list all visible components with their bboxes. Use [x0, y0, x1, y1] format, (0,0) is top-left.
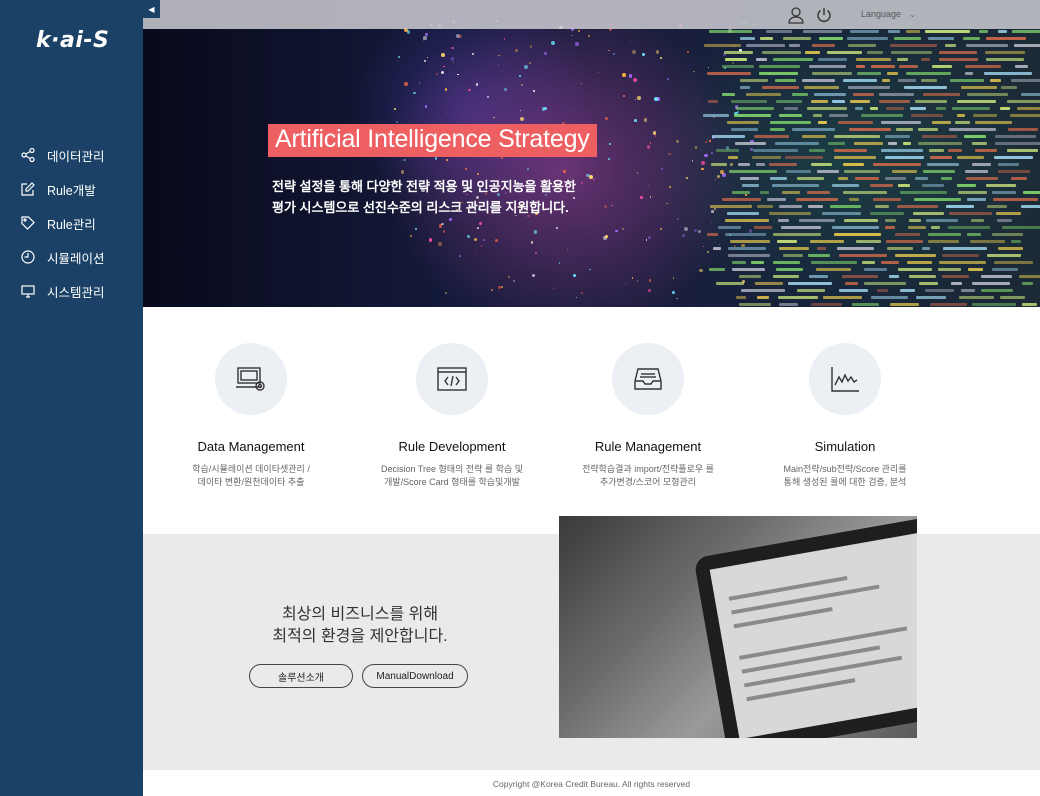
- computer-gear-icon: [236, 367, 265, 391]
- sidebar-item-rule-mgmt[interactable]: Rule관리: [0, 206, 143, 240]
- tablet-photo: [559, 516, 917, 738]
- language-select[interactable]: Language ⌄: [861, 9, 916, 19]
- sidebar-item-label: 시스템관리: [47, 285, 105, 300]
- feature-data-management[interactable]: Data Management 학습/시뮬레이션 데이타셋관리 / 데이타 변환…: [166, 343, 336, 489]
- feature-title: Rule Management: [594, 439, 702, 454]
- tablet-image: [693, 516, 917, 738]
- sidebar-item-system[interactable]: 시스템관리: [0, 274, 143, 308]
- sidebar-item-label: 시뮬레이션: [47, 251, 105, 266]
- tablet-screen: [709, 532, 917, 738]
- top-bar: Language ⌄: [143, 0, 1040, 29]
- caret-left-icon: ◀: [148, 4, 155, 14]
- feature-description-line: Decision Tree 형태의 전략 를 학습 및: [380, 464, 524, 474]
- line-chart-icon: [831, 367, 859, 392]
- share-icon: [21, 147, 35, 163]
- hero-description: 전략 설정을 통해 다양한 전략 적용 및 인공지능을 활용한 평가 시스템으로…: [272, 176, 576, 218]
- logo-text: k·ai-S: [36, 28, 110, 53]
- inbox-icon: [634, 368, 662, 390]
- cta-slogan-line: 최상의 비즈니스를 위해: [281, 606, 439, 623]
- hero-description-line: 평가 시스템으로 선진수준의 리스크 관리를 지원합니다.: [272, 200, 569, 215]
- feature-description-line: 개발/Score Card 형태를 학습및개발: [384, 477, 520, 487]
- tag-icon: [21, 216, 35, 230]
- feature-description: Main전략/sub전략/Score 관리를 통해 생성된 룰에 대한 검증, …: [760, 463, 930, 489]
- edit-icon: [21, 182, 35, 196]
- hero-title: Artificial Intelligence Strategy: [268, 124, 597, 157]
- sidebar-nav: 데이터관리 Rule개발 Rule관리 시뮬레이션 시스템관리: [0, 138, 143, 308]
- feature-simulation[interactable]: Simulation Main전략/sub전략/Score 관리를 통해 생성된…: [760, 343, 930, 489]
- power-icon[interactable]: [815, 6, 833, 24]
- logo[interactable]: k·ai-S: [36, 28, 109, 53]
- chevron-down-icon: ⌄: [909, 9, 916, 19]
- clock-icon: [21, 250, 35, 264]
- feature-description-line: 추가변경/스코어 모형관리: [599, 477, 697, 487]
- footer: Copyright @Korea Credit Bureau. All righ…: [143, 770, 1040, 796]
- sidebar-item-label: Rule개발: [47, 183, 96, 198]
- hero-description-line: 전략 설정을 통해 다양한 전략 적용 및 인공지능을 활용한: [272, 179, 576, 194]
- feature-description: Decision Tree 형태의 전략 를 학습 및 개발/Score Car…: [367, 463, 537, 489]
- sidebar-item-simulation[interactable]: 시뮬레이션: [0, 240, 143, 274]
- feature-description-line: 학습/시뮬레이션 데이타셋관리 /: [192, 464, 310, 474]
- sidebar-item-data[interactable]: 데이터관리: [0, 138, 143, 172]
- feature-icon-circle: [612, 343, 684, 415]
- language-label: Language: [861, 9, 902, 19]
- sidebar-collapse-button[interactable]: ◀: [143, 0, 160, 18]
- feature-description: 전략학습결과 import/전략플로우 를 추가변경/스코어 모형관리: [563, 463, 733, 489]
- solution-intro-button[interactable]: 솔루션소개: [249, 664, 353, 688]
- feature-icon-circle: [215, 343, 287, 415]
- feature-rule-development[interactable]: Rule Development Decision Tree 형태의 전략 를 …: [367, 343, 537, 489]
- feature-icon-circle: [809, 343, 881, 415]
- feature-description-line: 통해 생성된 룰에 대한 검증, 분석: [783, 477, 907, 487]
- feature-title: Simulation: [814, 439, 876, 454]
- cta-slogan: 최상의 비즈니스를 위해 최적의 환경을 제안합니다.: [250, 604, 470, 648]
- feature-icon-circle: [416, 343, 488, 415]
- sidebar-item-label: 데이터관리: [47, 149, 105, 164]
- monitor-icon: [21, 285, 35, 298]
- sidebar: k·ai-S 데이터관리 Rule개발 Rule관리 시뮬레이션 시스템관리: [0, 0, 143, 796]
- feature-title: Data Management: [197, 439, 305, 454]
- feature-description: 학습/시뮬레이션 데이타셋관리 / 데이타 변환/원천데이타 추출: [166, 463, 336, 489]
- feature-description-line: 데이타 변환/원천데이타 추출: [197, 477, 305, 487]
- user-icon[interactable]: [787, 6, 805, 24]
- feature-description-line: Main전략/sub전략/Score 관리를: [783, 464, 907, 474]
- feature-rule-management[interactable]: Rule Management 전략학습결과 import/전략플로우 를 추가…: [563, 343, 733, 489]
- sidebar-item-rule-dev[interactable]: Rule개발: [0, 172, 143, 206]
- feature-title: Rule Development: [398, 439, 506, 454]
- feature-description-line: 전략학습결과 import/전략플로우 를: [582, 464, 714, 474]
- sidebar-item-label: Rule관리: [47, 217, 96, 232]
- copyright-text: Copyright @Korea Credit Bureau. All righ…: [492, 779, 691, 789]
- cta-slogan-line: 최적의 환경을 제안합니다.: [272, 628, 448, 645]
- code-window-icon: [437, 367, 467, 391]
- manual-download-button[interactable]: ManualDownload: [362, 664, 468, 688]
